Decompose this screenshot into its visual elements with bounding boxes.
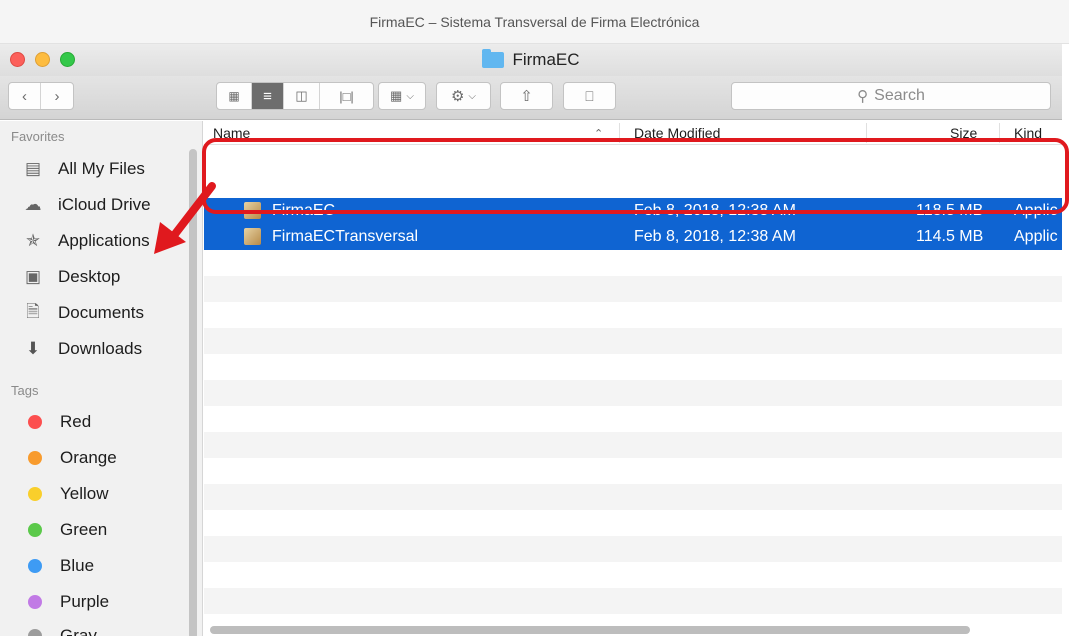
- sidebar-item-label: Applications: [58, 231, 150, 250]
- horizontal-scrollbar[interactable]: [210, 626, 970, 634]
- favorites-header: Favorites: [11, 129, 65, 144]
- action-button[interactable]: ⚙ ⌵: [436, 82, 491, 110]
- sidebar-item-documents[interactable]: 🗎 Documents: [22, 300, 144, 326]
- chevron-down-icon: ⌵: [406, 90, 414, 102]
- sidebar-tag-orange[interactable]: Orange: [22, 445, 117, 471]
- sidebar-tag-red[interactable]: Red: [22, 409, 91, 435]
- sidebar-tag-green[interactable]: Green: [22, 517, 107, 543]
- green-tag-icon: [28, 523, 42, 537]
- folder-icon: [482, 49, 505, 68]
- downloads-icon: ⬇: [25, 339, 41, 358]
- desktop-icon: ▣: [24, 267, 42, 286]
- documents-icon: 🗎: [26, 301, 40, 321]
- sidebar-item-applications[interactable]: ✯ Applications: [22, 228, 150, 254]
- icon-view-button[interactable]: ▦: [217, 83, 252, 109]
- tags-header: Tags: [11, 383, 39, 398]
- empty-row: [204, 380, 1062, 406]
- sidebar-item-label: Documents: [58, 303, 144, 322]
- column-view-button[interactable]: ◫: [284, 83, 320, 109]
- cover-flow-icon: |□|: [339, 88, 354, 104]
- grid-icon: ▦: [228, 89, 240, 103]
- empty-row: [204, 276, 1062, 302]
- arrow-annotation: [154, 182, 216, 254]
- view-mode-buttons: ▦ ≡ ◫ |□|: [216, 82, 374, 110]
- file-name: FirmaECTransversal: [272, 228, 419, 245]
- all-files-icon: ▤: [24, 159, 42, 178]
- sidebar-item-label: Desktop: [58, 267, 121, 286]
- search-field[interactable]: ⚲ Search: [731, 82, 1051, 110]
- sidebar-item-icloud-drive[interactable]: ☁ iCloud Drive: [22, 192, 151, 218]
- orange-tag-icon: [28, 451, 42, 465]
- empty-row: [204, 328, 1062, 354]
- red-tag-icon: [28, 415, 42, 429]
- sidebar-item-label: Gray: [60, 626, 97, 636]
- arrange-icon: ▦: [390, 88, 403, 103]
- back-button[interactable]: ‹: [9, 83, 41, 109]
- empty-row: [204, 536, 1062, 562]
- purple-tag-icon: [28, 595, 42, 609]
- navigation-buttons: ‹ ›: [8, 82, 74, 110]
- sidebar-tag-gray[interactable]: Gray: [22, 623, 97, 636]
- highlight-box: [202, 138, 1069, 214]
- file-size: 114.5 MB: [916, 228, 984, 245]
- list-view-button[interactable]: ≡: [252, 83, 284, 109]
- gear-icon: ⚙: [450, 88, 465, 105]
- search-icon: ⚲: [857, 88, 869, 105]
- table-row[interactable]: FirmaECTransversal Feb 8, 2018, 12:38 AM…: [204, 224, 1062, 250]
- empty-row: [204, 588, 1062, 614]
- sidebar-item-label: Yellow: [60, 484, 109, 503]
- window-title: FirmaEC: [0, 44, 1062, 76]
- document-title: FirmaEC – Sistema Transversal de Firma E…: [0, 0, 1069, 44]
- chevron-right-icon: ›: [54, 87, 60, 105]
- title-bar: FirmaEC: [0, 44, 1062, 76]
- sidebar-tag-blue[interactable]: Blue: [22, 553, 94, 579]
- sidebar-item-desktop[interactable]: ▣ Desktop: [22, 264, 120, 290]
- sidebar-item-all-my-files[interactable]: ▤ All My Files: [22, 156, 145, 182]
- sidebar-item-label: Blue: [60, 556, 95, 575]
- file-date: Feb 8, 2018, 12:38 AM: [634, 228, 796, 245]
- share-icon: ⇧: [520, 88, 533, 105]
- chevron-left-icon: ‹: [22, 87, 27, 105]
- sidebar-item-label: Green: [60, 520, 108, 539]
- cloud-icon: ☁: [24, 195, 42, 214]
- search-placeholder: Search: [874, 87, 925, 104]
- sidebar-item-label: iCloud Drive: [58, 195, 151, 214]
- share-button[interactable]: ⇧: [500, 82, 553, 110]
- applications-icon: ✯: [25, 231, 41, 250]
- cover-flow-button[interactable]: |□|: [320, 83, 373, 109]
- chevron-down-icon: ⌵: [468, 90, 477, 102]
- tag-button[interactable]: ⎕: [563, 82, 616, 110]
- empty-row: [204, 484, 1062, 510]
- sidebar-item-label: Red: [60, 412, 92, 431]
- sidebar-item-label: Orange: [60, 448, 117, 467]
- file-kind: Applic: [1014, 228, 1058, 245]
- columns-icon: ◫: [295, 88, 308, 103]
- sidebar-item-label: Purple: [60, 592, 110, 611]
- sidebar-tag-purple[interactable]: Purple: [22, 589, 109, 615]
- sidebar-item-label: Downloads: [58, 339, 143, 358]
- sidebar-item-downloads[interactable]: ⬇ Downloads: [22, 336, 142, 362]
- empty-row: [204, 432, 1062, 458]
- sidebar-tag-yellow[interactable]: Yellow: [22, 481, 109, 507]
- yellow-tag-icon: [28, 487, 42, 501]
- tag-icon: ⎕: [585, 87, 594, 104]
- sidebar-item-label: All My Files: [58, 159, 145, 178]
- blue-tag-icon: [28, 559, 42, 573]
- arrange-button[interactable]: ▦ ⌵: [378, 82, 426, 110]
- forward-button[interactable]: ›: [41, 83, 73, 109]
- toolbar: ‹ › ▦ ≡ ◫ |□| ▦ ⌵ ⚙ ⌵ ⇧ ⎕ ⚲ Search: [0, 76, 1062, 120]
- window-title-text: FirmaEC: [512, 50, 580, 69]
- finder-window: FirmaEC ‹ › ▦ ≡ ◫ |□| ▦ ⌵ ⚙ ⌵ ⇧ ⎕ ⚲ Sear…: [0, 44, 1062, 636]
- gray-tag-icon: [28, 629, 42, 636]
- application-icon: [244, 228, 261, 245]
- list-icon: ≡: [263, 87, 272, 105]
